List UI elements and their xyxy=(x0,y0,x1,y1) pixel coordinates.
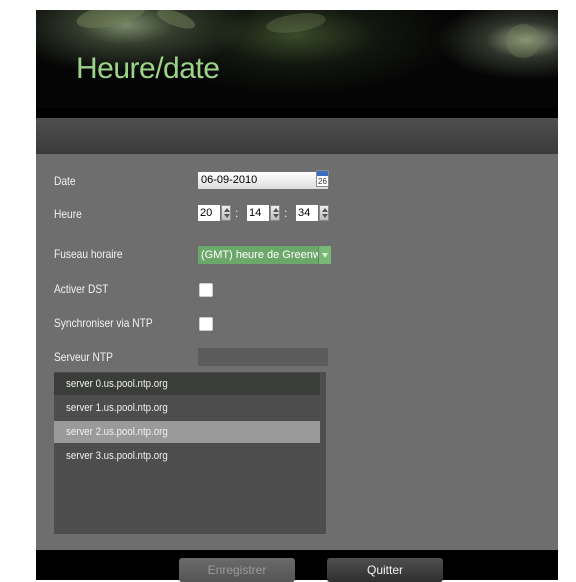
ntp-server-label: Serveur NTP xyxy=(54,350,113,364)
minute-spin-icon[interactable] xyxy=(270,205,280,221)
ntp-server-list: server 0.us.pool.ntp.org server 1.us.poo… xyxy=(54,372,326,534)
list-item[interactable]: server 3.us.pool.ntp.org xyxy=(54,445,320,467)
dst-label: Activer DST xyxy=(54,282,109,296)
section-header-bar xyxy=(36,118,558,154)
time-separator: : xyxy=(235,206,239,220)
quit-button[interactable]: Quitter xyxy=(327,558,443,582)
calendar-icon[interactable]: 26 xyxy=(316,170,329,187)
list-item[interactable]: server 1.us.pool.ntp.org xyxy=(54,397,320,419)
save-button[interactable]: Enregistrer xyxy=(179,558,295,582)
time-label: Heure xyxy=(54,207,82,221)
second-spin-icon[interactable] xyxy=(319,205,329,221)
minute-input[interactable]: 14 xyxy=(247,205,269,221)
time-date-dialog: Heure/date Date 06-09-2010 26 Heure 20 :… xyxy=(36,10,558,582)
hour-input[interactable]: 20 xyxy=(198,205,220,221)
ntp-server-input[interactable] xyxy=(198,348,328,366)
timezone-select[interactable]: (GMT) heure de Greenwi xyxy=(198,246,331,264)
date-label: Date xyxy=(54,174,76,188)
ntp-sync-checkbox[interactable] xyxy=(199,317,213,331)
page-title: Heure/date xyxy=(76,52,220,85)
dst-checkbox[interactable] xyxy=(199,283,213,297)
second-input[interactable]: 34 xyxy=(296,205,318,221)
header-banner: Heure/date xyxy=(36,10,558,108)
date-input[interactable]: 06-09-2010 xyxy=(198,172,328,189)
timezone-label: Fuseau horaire xyxy=(54,247,123,261)
chevron-down-icon[interactable] xyxy=(318,246,331,264)
list-item[interactable]: server 2.us.pool.ntp.org xyxy=(54,421,320,443)
time-separator: : xyxy=(284,206,288,220)
hour-spin-icon[interactable] xyxy=(221,205,231,221)
calendar-day: 26 xyxy=(318,177,327,186)
ntp-sync-label: Synchroniser via NTP xyxy=(54,316,153,330)
list-item[interactable]: server 0.us.pool.ntp.org xyxy=(54,373,320,395)
